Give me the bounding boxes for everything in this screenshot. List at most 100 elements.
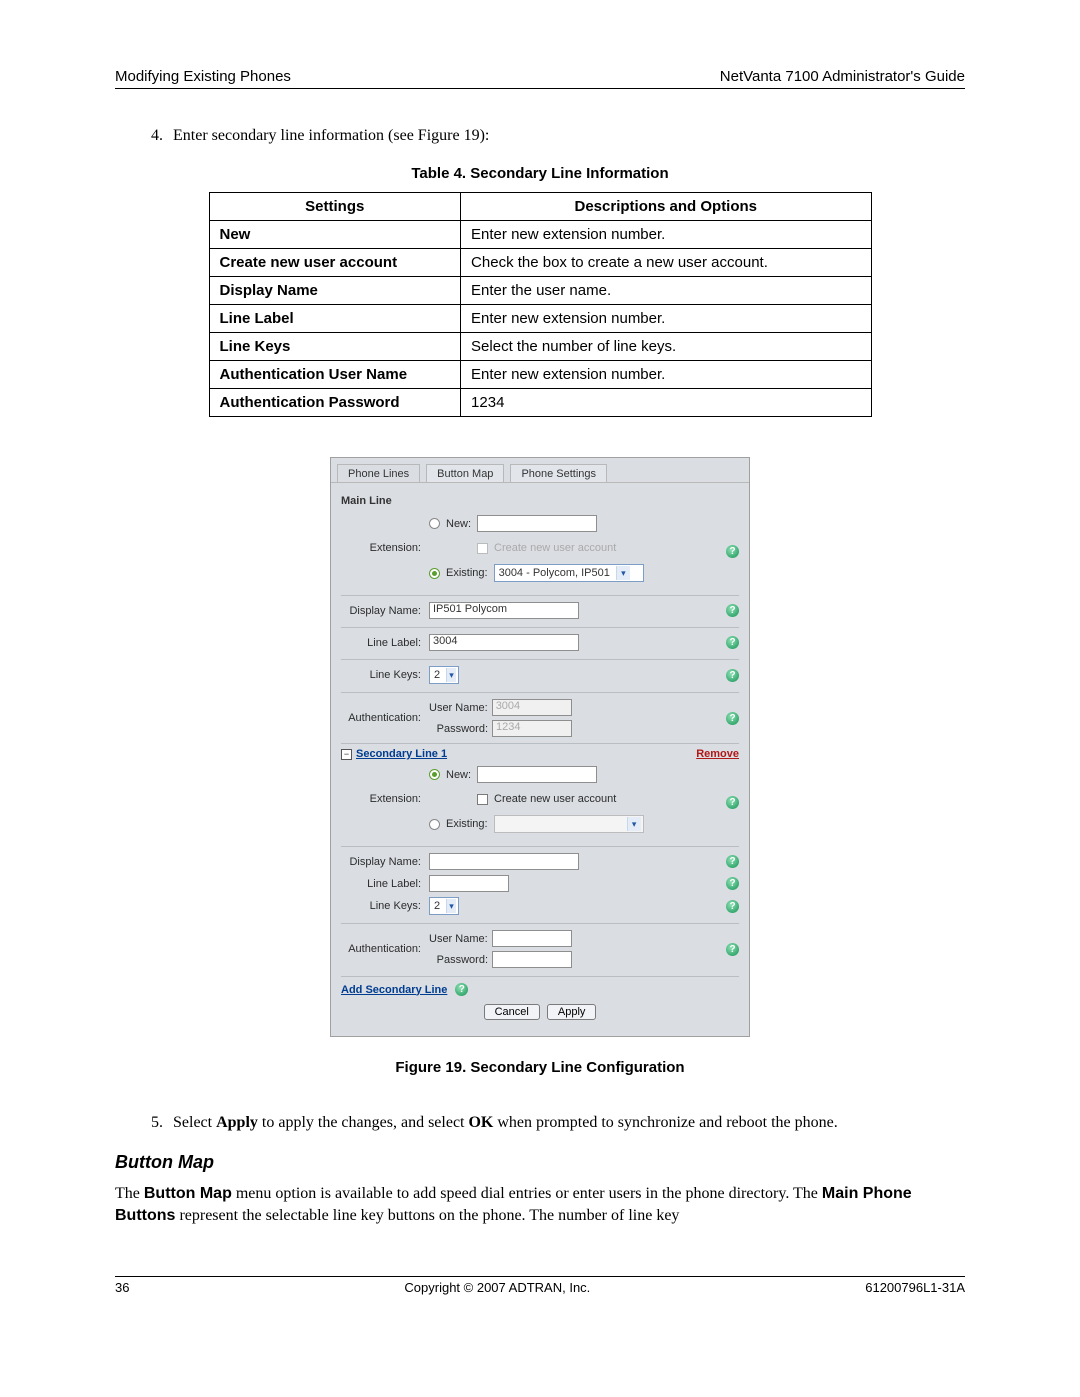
- help-icon[interactable]: ?: [726, 877, 739, 890]
- main-new-label: New:: [446, 518, 471, 530]
- main-existing-extension-dropdown[interactable]: 3004 - Polycom, IP501 ▾: [494, 564, 644, 582]
- help-icon[interactable]: ?: [726, 943, 739, 956]
- cell: Enter new extension number.: [461, 305, 871, 333]
- text: Select: [173, 1114, 216, 1131]
- step4-text: Enter secondary line information (see Fi…: [173, 127, 489, 145]
- separator: [341, 846, 739, 847]
- dropdown-value: 3004 - Polycom, IP501: [499, 567, 610, 579]
- main-extension-label: Extension:: [341, 542, 429, 554]
- separator: [341, 627, 739, 628]
- secondary-display-name-input[interactable]: [429, 853, 579, 870]
- tab-phone-lines[interactable]: Phone Lines: [337, 464, 420, 482]
- chevron-down-icon: ▾: [446, 668, 456, 682]
- text: The: [115, 1185, 144, 1202]
- tab-button-map[interactable]: Button Map: [426, 464, 504, 482]
- add-secondary-line-link[interactable]: Add Secondary Line: [341, 984, 447, 996]
- main-line-label-label: Line Label:: [341, 637, 429, 649]
- cell: Check the box to create a new user accou…: [461, 249, 871, 277]
- main-auth-pass-input[interactable]: 1234: [492, 720, 572, 737]
- main-line-keys-dropdown[interactable]: 2 ▾: [429, 666, 459, 684]
- secondary-extension-existing-radio[interactable]: [429, 819, 440, 830]
- main-auth-pass-label: Password:: [429, 723, 488, 735]
- cell: Authentication User Name: [209, 361, 461, 389]
- help-icon[interactable]: ?: [726, 604, 739, 617]
- secondary-new-extension-input[interactable]: [477, 766, 597, 783]
- main-existing-label: Existing:: [446, 567, 488, 579]
- help-icon[interactable]: ?: [726, 900, 739, 913]
- separator: [341, 595, 739, 596]
- help-icon[interactable]: ?: [726, 796, 739, 809]
- main-create-user-checkbox[interactable]: [477, 543, 488, 554]
- main-line-title: Main Line: [341, 495, 739, 507]
- bold-ok: OK: [468, 1114, 493, 1131]
- text: when prompted to synchronize and reboot …: [493, 1114, 837, 1131]
- tab-phone-settings[interactable]: Phone Settings: [510, 464, 607, 482]
- secondary-line-keys-dropdown[interactable]: 2 ▾: [429, 897, 459, 915]
- table-row: NewEnter new extension number.: [209, 221, 871, 249]
- header-left: Modifying Existing Phones: [115, 68, 291, 85]
- cancel-button[interactable]: Cancel: [484, 1004, 540, 1020]
- step4-number: 4.: [145, 127, 163, 145]
- table-row: Line LabelEnter new extension number.: [209, 305, 871, 333]
- separator: [341, 692, 739, 693]
- table-row: Create new user accountCheck the box to …: [209, 249, 871, 277]
- secondary-existing-extension-dropdown[interactable]: ▾: [494, 815, 644, 833]
- help-icon[interactable]: ?: [726, 669, 739, 682]
- cell: Create new user account: [209, 249, 461, 277]
- chevron-down-icon: ▾: [616, 566, 630, 580]
- text: represent the selectable line key button…: [175, 1207, 679, 1224]
- main-auth-user-input[interactable]: 3004: [492, 699, 572, 716]
- main-new-extension-input[interactable]: [477, 515, 597, 532]
- dropdown-value: 2: [434, 669, 440, 681]
- main-line-keys-label: Line Keys:: [341, 669, 429, 681]
- figure19-caption: Figure 19. Secondary Line Configuration: [115, 1059, 965, 1076]
- main-display-name-label: Display Name:: [341, 605, 429, 617]
- help-icon[interactable]: ?: [726, 545, 739, 558]
- secondary-create-user-label: Create new user account: [494, 793, 616, 805]
- help-icon[interactable]: ?: [726, 855, 739, 868]
- help-icon[interactable]: ?: [455, 983, 468, 996]
- main-display-name-input[interactable]: IP501 Polycom: [429, 602, 579, 619]
- secondary-line-1-link[interactable]: Secondary Line 1: [356, 748, 447, 760]
- secondary-extension-new-radio[interactable]: [429, 769, 440, 780]
- table4-head-desc: Descriptions and Options: [461, 193, 871, 221]
- secondary-auth-user-label: User Name:: [429, 933, 488, 945]
- main-extension-existing-radio[interactable]: [429, 568, 440, 579]
- main-line-label-input[interactable]: 3004: [429, 634, 579, 651]
- table-row: Authentication User NameEnter new extens…: [209, 361, 871, 389]
- cell: Authentication Password: [209, 389, 461, 417]
- cell: 1234: [461, 389, 871, 417]
- text: to apply the changes, and select: [258, 1114, 469, 1131]
- bold-apply: Apply: [216, 1114, 258, 1131]
- secondary-line-label-label: Line Label:: [341, 878, 429, 890]
- button-map-heading: Button Map: [115, 1152, 965, 1173]
- cell: Enter new extension number.: [461, 221, 871, 249]
- cell: Line Keys: [209, 333, 461, 361]
- secondary-line-keys-label: Line Keys:: [341, 900, 429, 912]
- secondary-existing-label: Existing:: [446, 818, 488, 830]
- footer-copyright: Copyright © 2007 ADTRAN, Inc.: [404, 1280, 590, 1295]
- footer-divider: [115, 1276, 965, 1277]
- cell: New: [209, 221, 461, 249]
- help-icon[interactable]: ?: [726, 636, 739, 649]
- secondary-extension-label: Extension:: [341, 793, 429, 805]
- cell: Line Label: [209, 305, 461, 333]
- help-icon[interactable]: ?: [726, 712, 739, 725]
- step5-text: Select Apply to apply the changes, and s…: [173, 1114, 838, 1132]
- dropdown-value: [499, 818, 502, 830]
- secondary-create-user-checkbox[interactable]: [477, 794, 488, 805]
- table4-caption: Table 4. Secondary Line Information: [115, 165, 965, 182]
- apply-button[interactable]: Apply: [547, 1004, 597, 1020]
- chevron-down-icon: ▾: [627, 817, 641, 831]
- table4-head-settings: Settings: [209, 193, 461, 221]
- separator: [341, 923, 739, 924]
- bold-text: Button Map: [144, 1185, 232, 1202]
- remove-secondary-line-link[interactable]: Remove: [696, 748, 739, 760]
- main-extension-new-radio[interactable]: [429, 518, 440, 529]
- collapse-toggle[interactable]: −: [341, 749, 352, 760]
- table-row: Display NameEnter the user name.: [209, 277, 871, 305]
- secondary-line-label-input[interactable]: [429, 875, 509, 892]
- secondary-auth-label: Authentication:: [341, 943, 429, 955]
- secondary-auth-user-input[interactable]: [492, 930, 572, 947]
- secondary-auth-pass-input[interactable]: [492, 951, 572, 968]
